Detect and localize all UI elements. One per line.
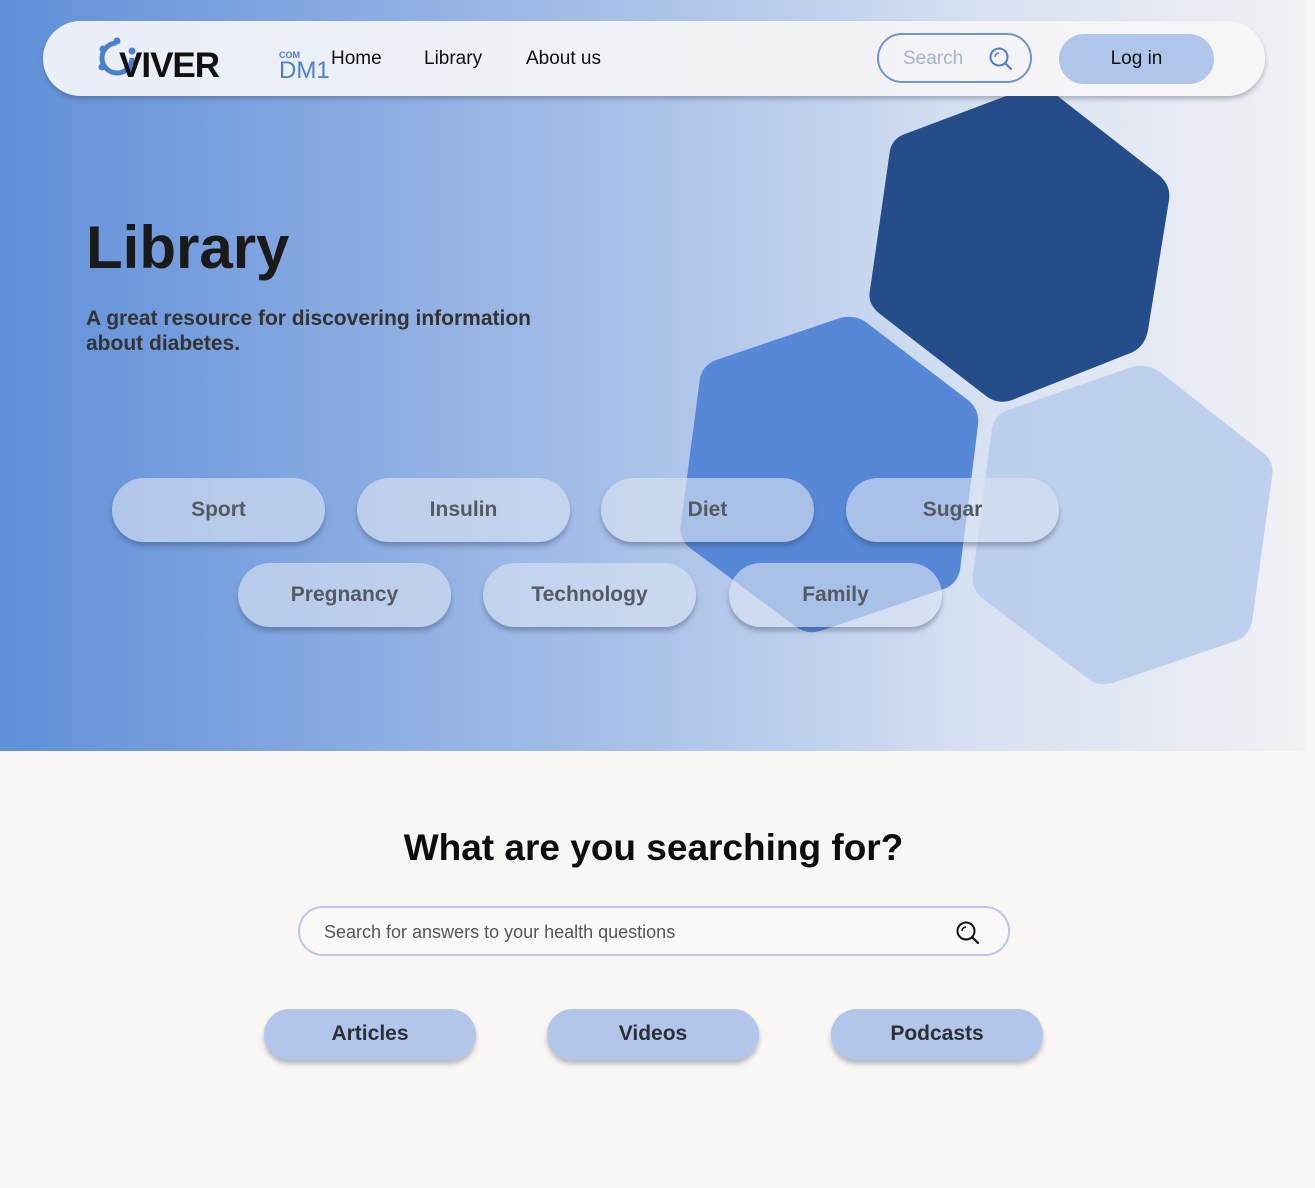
topic-tag-diet[interactable]: Diet bbox=[601, 478, 814, 542]
login-button[interactable]: Log in bbox=[1059, 34, 1214, 84]
search-section-title: What are you searching for? bbox=[403, 827, 904, 868]
articles-button[interactable]: Articles bbox=[264, 1009, 476, 1060]
search-icon[interactable] bbox=[955, 920, 981, 946]
videos-button[interactable]: Videos bbox=[547, 1009, 759, 1060]
nav-link-library[interactable]: Library bbox=[424, 48, 482, 70]
page-subtitle: A great resource for discovering informa… bbox=[86, 307, 531, 355]
hexagon-decoration bbox=[680, 85, 1273, 685]
search-icon[interactable] bbox=[988, 46, 1014, 72]
nav-search-placeholder: Search bbox=[903, 48, 964, 69]
nav-search-field[interactable]: Search bbox=[877, 33, 1032, 83]
hexagon-dark bbox=[869, 85, 1170, 402]
hero-section: VIVER COM DM1 Home Library About us Sear… bbox=[0, 0, 1307, 751]
topic-tag-pregnancy[interactable]: Pregnancy bbox=[238, 563, 451, 627]
page-title: Library bbox=[86, 214, 290, 281]
logo-suffix-large: DM1 bbox=[279, 57, 330, 84]
topic-tag-insulin[interactable]: Insulin bbox=[357, 478, 570, 542]
logo-wordmark: VIVER bbox=[119, 46, 220, 85]
topic-tag-sport[interactable]: Sport bbox=[112, 478, 325, 542]
top-navbar: VIVER COM DM1 Home Library About us Sear… bbox=[43, 21, 1265, 96]
topic-tag-sugar[interactable]: Sugar bbox=[846, 478, 1059, 542]
nav-link-about-us[interactable]: About us bbox=[526, 48, 601, 70]
main-search-field[interactable]: Search for answers to your health questi… bbox=[298, 906, 1010, 956]
topic-tag-family[interactable]: Family bbox=[729, 563, 942, 627]
main-search-placeholder: Search for answers to your health questi… bbox=[324, 922, 676, 942]
topic-tag-technology[interactable]: Technology bbox=[483, 563, 696, 627]
podcasts-button[interactable]: Podcasts bbox=[831, 1009, 1043, 1060]
brand-logo[interactable]: VIVER COM DM1 bbox=[95, 34, 330, 85]
nav-link-home[interactable]: Home bbox=[331, 48, 382, 70]
